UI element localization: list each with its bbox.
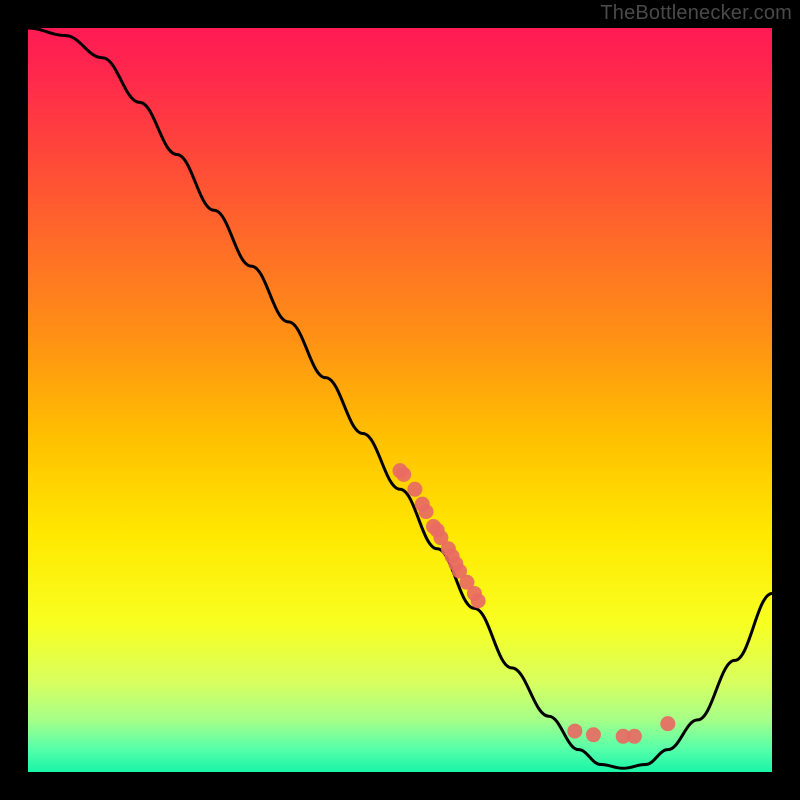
chart-svg: [28, 28, 772, 772]
scatter-dot: [396, 467, 411, 482]
scatter-dot: [407, 482, 422, 497]
scatter-dot: [419, 504, 434, 519]
scatter-dot: [627, 729, 642, 744]
scatter-dot: [586, 727, 601, 742]
scatter-dot: [567, 724, 582, 739]
scatter-dot: [660, 716, 675, 731]
scatter-dot: [471, 593, 486, 608]
watermark-text: TheBottlenecker.com: [600, 2, 792, 25]
plot-area: [28, 28, 772, 772]
gradient-background: [28, 28, 772, 772]
chart-stage: TheBottlenecker.com: [0, 0, 800, 800]
